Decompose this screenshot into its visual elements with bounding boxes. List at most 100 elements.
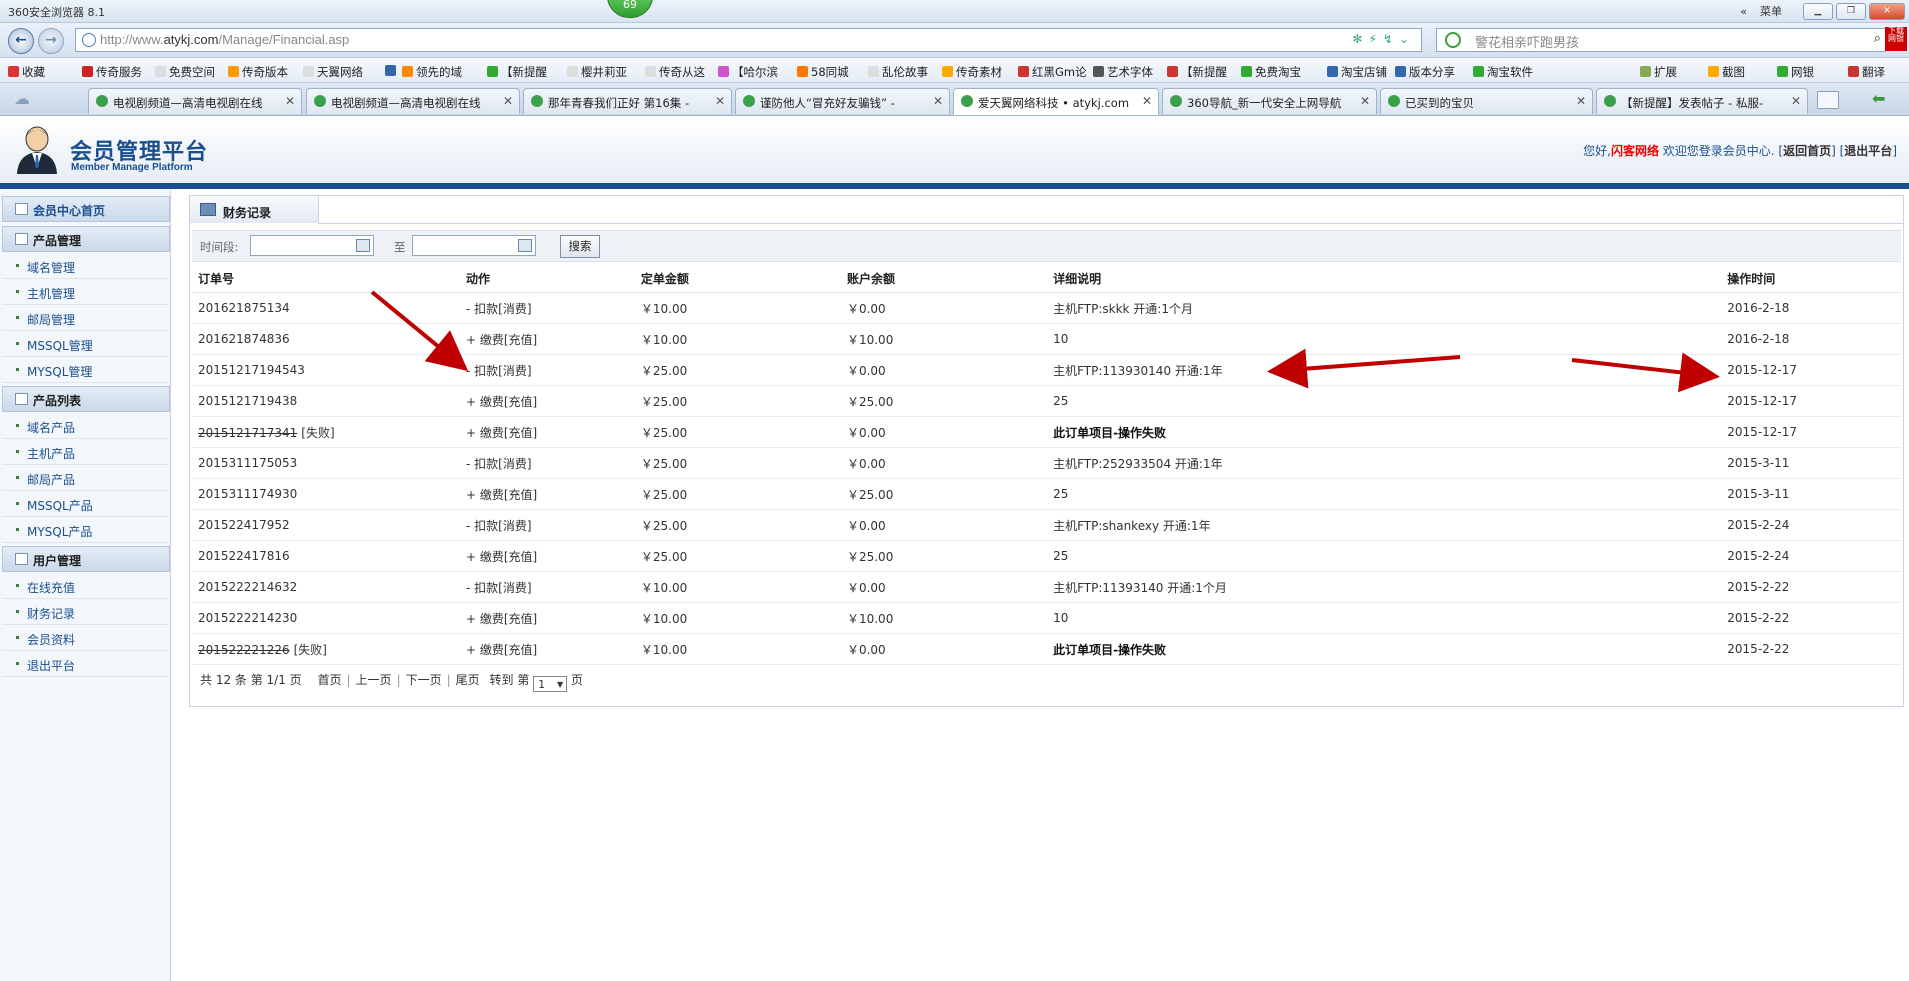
close-tab-icon[interactable]: ✕: [715, 94, 725, 108]
first-page-link[interactable]: 首页: [317, 673, 341, 687]
bookmark-icon: [385, 65, 396, 76]
bookmark-item[interactable]: [385, 64, 399, 78]
sidebar-item[interactable]: MSSQL管理: [2, 332, 168, 357]
sidebar-item[interactable]: 主机管理: [2, 280, 168, 305]
address-url[interactable]: http://www.atykj.com/Manage/Financial.as…: [100, 32, 349, 47]
sidebar-item-label: 退出平台: [27, 659, 76, 673]
close-tab-icon[interactable]: ✕: [1576, 94, 1586, 108]
sidebar-home[interactable]: 会员中心首页: [2, 196, 170, 222]
bookmark-item[interactable]: 免费空间: [155, 64, 215, 80]
bookmark-item[interactable]: 红黑Gm论: [1018, 64, 1087, 80]
app-logo-icon[interactable]: 下载 网银: [1885, 27, 1907, 51]
bookmark-item[interactable]: 传奇版本: [228, 64, 288, 80]
close-tab-icon[interactable]: ✕: [285, 94, 295, 108]
browser-tab[interactable]: 那年青春我们正好 第16集 - ✕: [523, 88, 732, 114]
sidebar-item[interactable]: MYSQL产品: [2, 518, 168, 543]
bookmark-item[interactable]: 网银: [1777, 64, 1814, 80]
detail-cell: 主机FTP:252933504 开通:1年: [1047, 447, 1722, 479]
calendar-icon[interactable]: [518, 239, 532, 252]
bookmark-item[interactable]: 免费淘宝: [1241, 64, 1301, 80]
browser-tab[interactable]: 电视剧频道—高清电视剧在线 ✕: [88, 88, 302, 114]
notification-badge[interactable]: 69: [607, 0, 653, 18]
sidebar-item[interactable]: MYSQL管理: [2, 358, 168, 383]
bookmark-item[interactable]: 【哈尔滨: [718, 64, 778, 80]
sidebar-item[interactable]: 邮局产品: [2, 466, 168, 491]
close-tab-icon[interactable]: ✕: [1360, 94, 1370, 108]
address-bar[interactable]: http://www.atykj.com/Manage/Financial.as…: [75, 28, 1422, 52]
bookmark-item[interactable]: 【新提醒: [1167, 64, 1227, 80]
action-cell: - 扣款[消费]: [460, 571, 635, 603]
filter-label: 时间段:: [200, 240, 239, 254]
close-tab-icon[interactable]: ✕: [1791, 94, 1801, 108]
last-page-link[interactable]: 尾页: [456, 673, 480, 687]
sidebar-item[interactable]: 在线充值: [2, 574, 168, 599]
bookmark-item[interactable]: 传奇服务: [82, 64, 142, 80]
sidebar-item[interactable]: 域名管理: [2, 254, 168, 279]
calendar-icon[interactable]: [356, 239, 370, 252]
forward-button[interactable]: →: [38, 28, 64, 54]
bookmark-item[interactable]: 传奇从这: [645, 64, 705, 80]
back-button[interactable]: ←: [8, 28, 34, 54]
folder-icon: [15, 393, 28, 405]
tab-strip: 电视剧频道—高清电视剧在线 ✕ 电视剧频道—高清电视剧在线 ✕ 那年青春我们正好 第16…: [0, 83, 1909, 116]
tab-financial-records[interactable]: 财务记录: [190, 196, 319, 224]
bookmark-item[interactable]: 58同城: [797, 64, 849, 80]
chevron-left-icon[interactable]: «: [1740, 5, 1747, 18]
back-home-link[interactable]: 返回首页: [1783, 144, 1831, 158]
sidebar-item[interactable]: 域名产品: [2, 414, 168, 439]
maximize-button[interactable]: ❐: [1836, 2, 1866, 20]
browser-tab[interactable]: 电视剧频道—高清电视剧在线 ✕: [306, 88, 520, 114]
browser-tab[interactable]: 360导航_新一代安全上网导航 ✕: [1162, 88, 1377, 114]
sidebar-item[interactable]: 主机产品: [2, 440, 168, 465]
tab-label: 那年青春我们正好 第16集 -: [548, 96, 690, 110]
bookmark-item[interactable]: 传奇素材: [942, 64, 1002, 80]
bookmark-item[interactable]: 领先的域: [402, 64, 462, 80]
start-date-input[interactable]: [250, 235, 374, 256]
bookmark-icon: [1241, 66, 1252, 77]
undo-close-icon[interactable]: ⬅: [1872, 89, 1885, 108]
browser-tab[interactable]: 谨防他人“冒充好友骗钱” - ✕: [735, 88, 950, 114]
next-page-link[interactable]: 下一页: [406, 673, 442, 687]
sidebar-item[interactable]: 邮局管理: [2, 306, 168, 331]
browser-tab[interactable]: 爱天翼网络科技 • atykj.com ✕: [953, 88, 1159, 115]
bookmark-item[interactable]: 翻译: [1848, 64, 1885, 80]
close-tab-icon[interactable]: ✕: [503, 94, 513, 108]
bookmark-item[interactable]: 版本分享: [1395, 64, 1455, 80]
sidebar-item[interactable]: 会员资料: [2, 626, 168, 651]
bookmark-item[interactable]: 天翼网络: [303, 64, 363, 80]
search-engine-icon[interactable]: [1445, 32, 1461, 48]
search-button[interactable]: 搜索: [560, 235, 600, 258]
table-row: 2015121717341 [失败] + 缴费[充值] ￥25.00 ￥0.00 此订单项…: [192, 416, 1901, 448]
sidebar-item[interactable]: 财务记录: [2, 600, 168, 625]
bookmark-icon: [645, 66, 656, 77]
browser-menu[interactable]: 菜单: [1760, 3, 1782, 19]
bookmark-item[interactable]: 艺术字体: [1093, 64, 1153, 80]
bookmark-item[interactable]: 扩展: [1640, 64, 1677, 80]
sidebar-item[interactable]: 退出平台: [2, 652, 168, 677]
bookmark-item[interactable]: 【新提醒: [487, 64, 547, 80]
browser-tab[interactable]: 【新提醒】发表帖子 - 私服- ✕: [1596, 88, 1808, 114]
minimize-button[interactable]: ▁: [1803, 2, 1833, 20]
prev-page-link[interactable]: 上一页: [356, 673, 392, 687]
bookmark-item[interactable]: 乱伦故事: [868, 64, 928, 80]
bookmark-item[interactable]: 樱井莉亚: [567, 64, 627, 80]
search-icon[interactable]: ⌕: [1874, 31, 1881, 46]
end-date-input[interactable]: [412, 235, 536, 256]
bullet-icon: [16, 662, 19, 665]
sidebar-item[interactable]: MSSQL产品: [2, 492, 168, 517]
bookmark-item[interactable]: 截图: [1708, 64, 1745, 80]
bookmark-item[interactable]: 收藏: [8, 64, 45, 80]
new-tab-icon[interactable]: [1817, 91, 1839, 109]
bookmark-item[interactable]: 淘宝店铺: [1327, 64, 1387, 80]
page-select[interactable]: 1: [533, 676, 568, 693]
close-tab-icon[interactable]: ✕: [933, 94, 943, 108]
bookmark-item[interactable]: 淘宝软件: [1473, 64, 1533, 80]
logout-link[interactable]: 退出平台: [1844, 144, 1892, 158]
cloud-icon[interactable]: ☁: [14, 89, 30, 108]
close-tab-icon[interactable]: ✕: [1142, 94, 1152, 108]
search-box[interactable]: 警花相亲吓跑男孩 ⌕: [1436, 28, 1886, 52]
close-window-button[interactable]: ✕: [1869, 2, 1905, 20]
address-actions-icon[interactable]: ✻⚡↯⌄: [1352, 32, 1415, 46]
search-input[interactable]: 警花相亲吓跑男孩: [1475, 32, 1579, 51]
browser-tab[interactable]: 已买到的宝贝 ✕: [1380, 88, 1593, 114]
